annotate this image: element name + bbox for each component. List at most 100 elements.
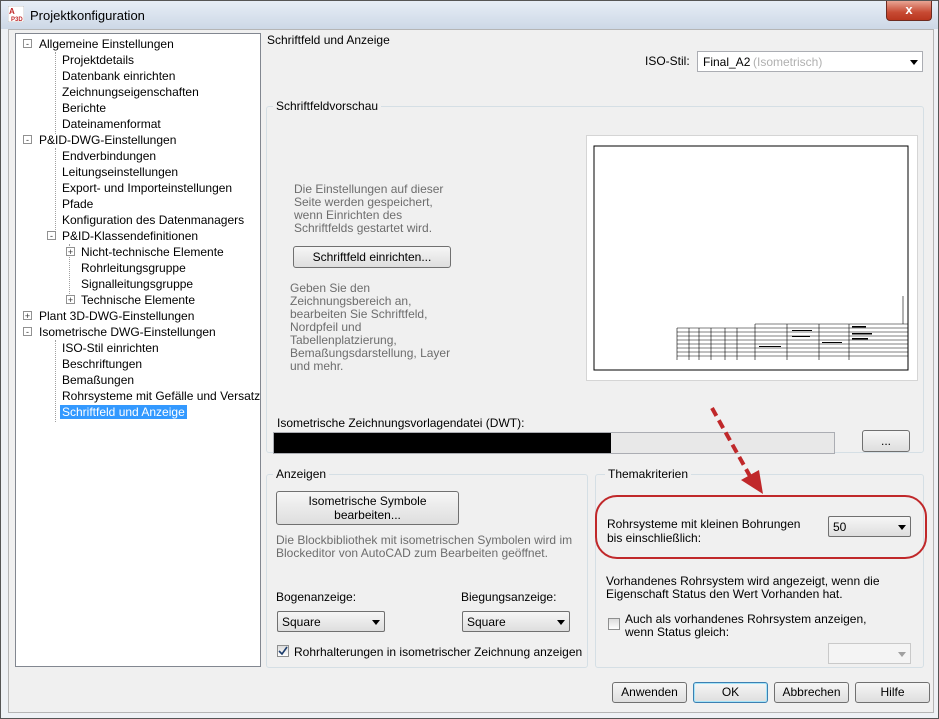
- iso-style-suffix: (Isometrisch): [753, 55, 823, 69]
- tree-item-label: Zeichnungseigenschaften: [62, 85, 199, 99]
- tree-item-label: Allgemeine Einstellungen: [39, 37, 174, 51]
- tree-item-label: Pfade: [62, 197, 94, 211]
- small-bore-dropdown[interactable]: 50: [828, 516, 911, 537]
- bend-display-dropdown[interactable]: Square: [462, 611, 570, 632]
- collapse-icon[interactable]: -: [23, 39, 32, 49]
- section-title: Schriftfeld und Anzeige: [267, 33, 390, 47]
- tree-item-datenmanager[interactable]: Konfiguration des Datenmanagers: [62, 212, 244, 228]
- titleblock-preview: [586, 135, 918, 381]
- collapse-icon[interactable]: -: [23, 135, 32, 145]
- tree-item-signalleitungsgruppe[interactable]: Signalleitungsgruppe: [81, 276, 193, 292]
- dwt-label: Isometrische Zeichnungsvorlagendatei (DW…: [277, 416, 525, 430]
- chevron-down-icon: [898, 524, 906, 530]
- tree-item-dateinamenformat[interactable]: Dateinamenformat: [62, 116, 161, 132]
- svg-text:A: A: [9, 7, 15, 16]
- show-as-existing-checkbox[interactable]: [608, 618, 620, 630]
- small-bore-value: 50: [833, 520, 847, 534]
- tree-item-label: Signalleitungsgruppe: [81, 277, 194, 291]
- tree-item-label: Rohrsysteme mit Gefälle und Versatz: [62, 389, 261, 403]
- red-dashed-arrow-icon: [710, 407, 763, 494]
- tree-item-pfade[interactable]: Pfade: [62, 196, 93, 212]
- display-group-title: Anzeigen: [273, 467, 330, 481]
- setup-titleblock-button[interactable]: Schriftfeld einrichten...: [293, 246, 451, 268]
- settings-panel: Schriftfeld und Anzeige ISO-Stil: Final_…: [261, 33, 931, 668]
- block-library-info: Die Blockbibliothek mit isometrischen Sy…: [276, 533, 573, 560]
- tree-item-label: Leitungseinstellungen: [62, 165, 179, 179]
- autocad-p3d-icon: A P3D: [8, 6, 24, 22]
- tree-item-schriftfeld-anzeige[interactable]: Schriftfeld und Anzeige: [60, 404, 187, 420]
- iso-style-dropdown[interactable]: Final_A2 (Isometrisch): [697, 51, 923, 72]
- tree-connector: [55, 148, 56, 230]
- edit-iso-symbols-button[interactable]: Isometrische Symbole bearbeiten...: [276, 491, 459, 525]
- dwt-path-redacted: [274, 433, 611, 453]
- tree-item-label: P&ID-Klassendefinitionen: [62, 229, 199, 243]
- svg-text:P3D: P3D: [11, 17, 23, 22]
- collapse-icon[interactable]: -: [47, 231, 56, 241]
- titleblock-sheet-drawing: [593, 145, 909, 371]
- tree-item-zeichnungseigenschaften[interactable]: Zeichnungseigenschaften: [62, 84, 199, 100]
- tree-item-label: Projektdetails: [62, 53, 135, 67]
- tree-item-rohrleitungsgruppe[interactable]: Rohrleitungsgruppe: [81, 260, 186, 276]
- tree-item-iso-stil[interactable]: ISO-Stil einrichten: [62, 340, 159, 356]
- settings-tree[interactable]: - Allgemeine Einstellungen Projektdetail…: [15, 33, 261, 667]
- expand-icon[interactable]: +: [66, 295, 75, 305]
- bend-display-value: Square: [467, 615, 506, 629]
- tree-item-label: Export- und Importeinstellungen: [62, 181, 233, 195]
- arc-display-label: Bogenanzeige:: [276, 590, 357, 604]
- checkmark-icon: [278, 646, 288, 656]
- close-button[interactable]: x: [886, 1, 932, 21]
- show-supports-label[interactable]: Rohrhalterungen in isometrischer Zeichnu…: [294, 645, 582, 659]
- tree-item-label: Berichte: [62, 101, 107, 115]
- tree-item-gefaelle-versatz[interactable]: Rohrsysteme mit Gefälle und Versatz: [62, 388, 260, 404]
- dialog-client: - Allgemeine Einstellungen Projektdetail…: [8, 29, 934, 713]
- browse-dwt-button[interactable]: ...: [862, 430, 910, 452]
- collapse-icon[interactable]: -: [23, 327, 32, 337]
- tree-item-label: Plant 3D-DWG-Einstellungen: [39, 309, 195, 323]
- expand-icon[interactable]: +: [66, 247, 75, 257]
- title-bar: A P3D Projektkonfiguration x: [1, 1, 938, 29]
- tree-item-label: Endverbindungen: [62, 149, 157, 163]
- status-dropdown[interactable]: [828, 643, 911, 664]
- tree-item-endverbindungen[interactable]: Endverbindungen: [62, 148, 156, 164]
- button-label-line: Isometrische Symbole: [308, 494, 427, 508]
- help-button[interactable]: Hilfe: [855, 682, 930, 703]
- tree-item-label: Bemaßungen: [62, 373, 135, 387]
- tree-item-label: ISO-Stil einrichten: [62, 341, 159, 355]
- tree-item-label: Rohrleitungsgruppe: [81, 261, 186, 275]
- tree-item-beschriftungen[interactable]: Beschriftungen: [62, 356, 142, 372]
- show-supports-checkbox[interactable]: [277, 645, 289, 657]
- tree-connector: [55, 340, 56, 422]
- tree-item-projektdetails[interactable]: Projektdetails: [62, 52, 134, 68]
- tree-item-label: Beschriftungen: [62, 357, 143, 371]
- chevron-down-icon: [372, 619, 380, 625]
- project-configuration-window: A P3D Projektkonfiguration x - Allgemein…: [0, 0, 939, 719]
- bend-display-label: Biegungsanzeige:: [461, 590, 557, 604]
- tree-item-label: Schriftfeld und Anzeige: [60, 405, 187, 419]
- chevron-down-icon: [557, 619, 565, 625]
- tree-item-label: Konfiguration des Datenmanagers: [62, 213, 245, 227]
- button-label-line: bearbeiten...: [334, 508, 401, 522]
- preview-info-edit: Geben Sie den Zeichnungsbereich an, bear…: [290, 281, 451, 373]
- tree-item-label: P&ID-DWG-Einstellungen: [39, 133, 177, 147]
- window-title: Projektkonfiguration: [30, 8, 145, 23]
- iso-style-value: Final_A2: [703, 55, 751, 69]
- cancel-button[interactable]: Abbrechen: [774, 682, 849, 703]
- show-as-existing-label[interactable]: Auch als vorhandenes Rohrsystem anzeigen…: [625, 613, 895, 639]
- small-bore-label: Rohrsysteme mit kleinen Bohrungen bis ei…: [607, 517, 801, 545]
- tree-item-label: Datenbank einrichten: [62, 69, 176, 83]
- chevron-down-icon: [910, 59, 918, 65]
- tree-item-berichte[interactable]: Berichte: [62, 100, 106, 116]
- tree-item-label: Technische Elemente: [81, 293, 196, 307]
- tree-item-bemassungen[interactable]: Bemaßungen: [62, 372, 134, 388]
- existing-piping-info: Vorhandenes Rohrsystem wird angezeigt, w…: [606, 574, 880, 601]
- tree-item-datenbank[interactable]: Datenbank einrichten: [62, 68, 175, 84]
- ok-button[interactable]: OK: [693, 682, 768, 703]
- expand-icon[interactable]: +: [23, 311, 32, 321]
- tree-item-leitungseinstellungen[interactable]: Leitungseinstellungen: [62, 164, 178, 180]
- apply-button[interactable]: Anwenden: [612, 682, 687, 703]
- arc-display-dropdown[interactable]: Square: [277, 611, 385, 632]
- arc-display-value: Square: [282, 615, 321, 629]
- preview-info-saved: Die Einstellungen auf dieser Seite werde…: [294, 182, 444, 235]
- tree-item-export-import[interactable]: Export- und Importeinstellungen: [62, 180, 232, 196]
- theme-criteria-title: Themakriterien: [605, 467, 692, 481]
